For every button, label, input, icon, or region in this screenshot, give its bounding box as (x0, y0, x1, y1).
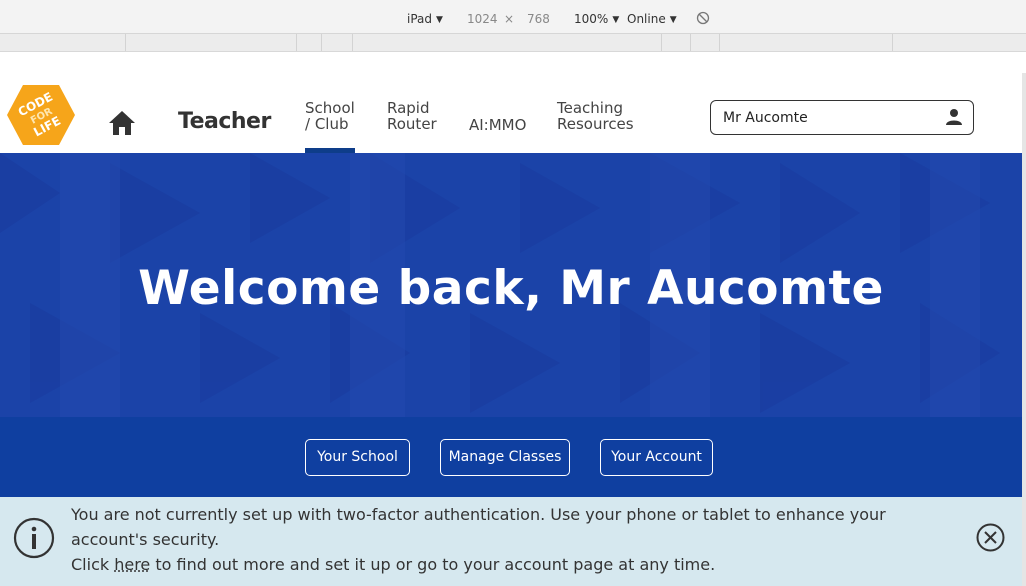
alert-line-2-pre: Click (71, 555, 115, 574)
height-input[interactable]: 768 (527, 0, 550, 33)
nav-label: AI:MMO (469, 116, 527, 134)
alert-line-2-post: to find out more and set it up or go to … (150, 555, 716, 574)
welcome-banner: Welcome back, Mr Aucomte (0, 153, 1022, 417)
ruler-tick (690, 34, 691, 51)
nav-ai-mmo[interactable]: AI:MMO (469, 117, 526, 133)
ruler-tick (892, 34, 893, 51)
chevron-down-icon: ▼ (436, 15, 443, 25)
devtools-device-toolbar: iPad ▼ 1024 × 768 100% ▼ Online ▼ (0, 0, 1026, 34)
toolbar-gap (0, 52, 1026, 73)
zoom-select[interactable]: 100% ▼ (574, 0, 619, 33)
ruler-tick (719, 34, 720, 51)
user-icon (946, 109, 962, 125)
nav-label: School (305, 99, 355, 117)
nav-label: Rapid (387, 99, 430, 117)
info-icon (13, 517, 55, 559)
user-account-menu[interactable]: Mr Aucomte (710, 100, 974, 135)
ruler-tick (125, 34, 126, 51)
rotate-icon[interactable] (696, 11, 710, 25)
nav-label: / Club (305, 115, 349, 133)
nav-school-club[interactable]: School / Club (305, 100, 355, 132)
ruler-tick (352, 34, 353, 51)
width-input[interactable]: 1024 (467, 0, 498, 33)
ruler-tick (661, 34, 662, 51)
dimension-separator: × (504, 12, 515, 26)
page-viewport: CODE FOR LIFE Teacher School / Club Rapi… (0, 73, 1022, 586)
site-header: CODE FOR LIFE Teacher School / Club Rapi… (0, 73, 1022, 153)
nav-label: Teaching (557, 99, 623, 117)
zoom-label: 100% (574, 12, 609, 26)
home-icon[interactable] (108, 110, 136, 136)
section-title: Teacher (178, 109, 271, 134)
your-account-button[interactable]: Your Account (600, 439, 713, 476)
your-school-button[interactable]: Your School (305, 439, 410, 476)
ruler-tick (321, 34, 322, 51)
chevron-down-icon: ▼ (669, 15, 677, 25)
nav-teaching-resources[interactable]: Teaching Resources (557, 100, 634, 132)
nav-label: Router (387, 115, 437, 133)
code-for-life-logo[interactable]: CODE FOR LIFE (6, 83, 76, 147)
nav-label: Resources (557, 115, 634, 133)
two-factor-alert: You are not currently set up with two-fa… (0, 497, 1022, 586)
nav-rapid-router[interactable]: Rapid Router (387, 100, 437, 132)
device-label: iPad (407, 12, 433, 26)
welcome-heading: Welcome back, Mr Aucomte (138, 261, 884, 316)
media-query-ruler[interactable] (0, 34, 1026, 52)
manage-classes-button[interactable]: Manage Classes (440, 439, 570, 476)
two-factor-help-link[interactable]: here (114, 555, 150, 574)
ruler-tick (296, 34, 297, 51)
device-select[interactable]: iPad ▼ (407, 0, 443, 33)
dashboard-buttons: Your School Manage Classes Your Account (0, 417, 1022, 497)
network-label: Online (627, 12, 666, 26)
alert-message: You are not currently set up with two-fa… (71, 502, 951, 577)
alert-line-1: You are not currently set up with two-fa… (71, 505, 886, 549)
close-icon[interactable] (976, 523, 1005, 552)
user-name: Mr Aucomte (723, 110, 808, 126)
chevron-down-icon: ▼ (612, 15, 620, 25)
network-select[interactable]: Online ▼ (627, 0, 677, 33)
page-scrollbar[interactable] (1022, 73, 1026, 586)
